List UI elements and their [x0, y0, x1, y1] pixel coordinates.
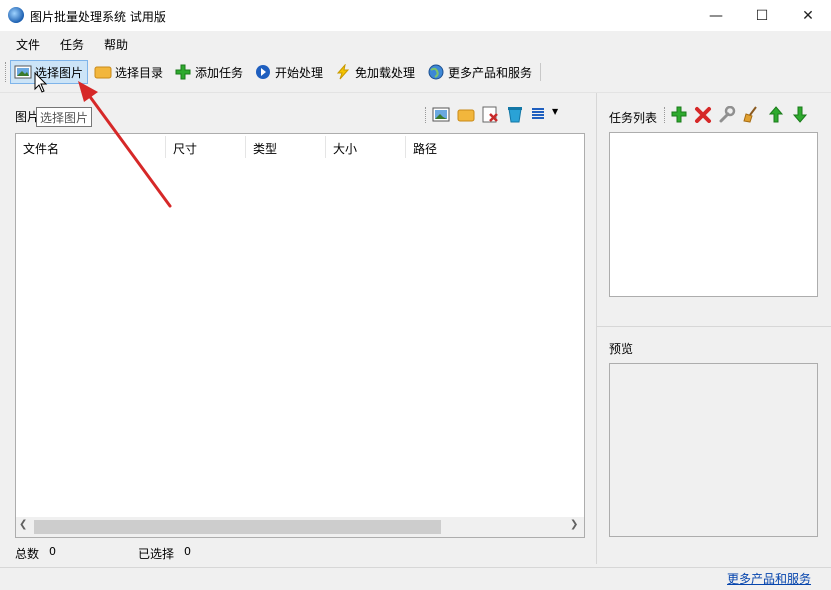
move-down-arrow-icon[interactable] [791, 106, 809, 123]
play-icon [254, 64, 272, 80]
mouse-cursor-icon [34, 71, 48, 97]
annotation-arrow-icon [78, 81, 172, 208]
horizontal-splitter[interactable] [597, 326, 831, 327]
vertical-splitter[interactable] [596, 92, 597, 564]
preview-label: 预览 [609, 342, 634, 356]
add-task-label: 添加任务 [195, 65, 244, 80]
picture-icon [14, 64, 32, 80]
add-task-button[interactable]: 添加任务 [171, 60, 246, 84]
maximize-button[interactable]: ☐ [739, 0, 785, 31]
task-settings-wrench-icon[interactable] [718, 105, 736, 123]
selected-label: 已选择 [138, 547, 175, 561]
move-up-arrow-icon[interactable] [767, 106, 785, 123]
preview-area [609, 363, 818, 537]
task-toolbar-grip[interactable] [664, 107, 667, 123]
start-processing-label: 开始处理 [275, 65, 324, 80]
menu-file[interactable]: 文件 [16, 36, 40, 53]
task-add-icon[interactable] [670, 106, 688, 123]
minimize-button[interactable]: — [693, 0, 739, 31]
globe-icon [427, 64, 445, 80]
column-header-type[interactable]: 类型 [253, 140, 277, 157]
remove-image-icon[interactable] [481, 106, 499, 123]
no-load-processing-button[interactable]: 免加载处理 [331, 60, 418, 84]
task-list[interactable] [609, 132, 818, 297]
toolbar-end-separator [540, 63, 541, 81]
view-list-icon[interactable] [530, 106, 548, 123]
task-clear-broom-icon[interactable] [742, 106, 760, 123]
task-delete-icon[interactable] [694, 106, 712, 123]
no-load-processing-label: 免加载处理 [355, 65, 416, 80]
menu-help[interactable]: 帮助 [104, 36, 128, 53]
more-products-link[interactable]: 更多产品和服务 [727, 570, 811, 587]
window-title: 图片批量处理系统 试用版 [30, 10, 166, 24]
close-button[interactable]: ✕ [785, 0, 831, 31]
column-separator [325, 136, 326, 158]
total-value: 0 [49, 545, 56, 558]
start-processing-button[interactable]: 开始处理 [251, 60, 326, 84]
column-header-path[interactable]: 路径 [413, 140, 437, 157]
column-header-filename[interactable]: 文件名 [23, 140, 59, 157]
column-separator [405, 136, 406, 158]
clear-list-icon[interactable] [506, 106, 524, 123]
column-separator [245, 136, 246, 158]
scroll-left-icon[interactable]: ❮ [19, 519, 27, 530]
image-toolbar-grip[interactable] [425, 107, 428, 123]
column-header-filesize[interactable]: 大小 [333, 140, 357, 157]
task-list-label: 任务列表 [609, 111, 658, 125]
scroll-right-icon[interactable]: ❯ [570, 519, 578, 530]
total-label: 总数 [15, 547, 40, 561]
scrollbar-thumb[interactable] [34, 520, 441, 534]
status-bar [0, 567, 831, 590]
lightning-icon [334, 63, 352, 80]
toolbar-grip[interactable] [5, 62, 8, 82]
selected-value: 0 [184, 545, 191, 558]
more-products-button[interactable]: 更多产品和服务 [424, 60, 535, 84]
view-dropdown-icon[interactable]: ▼ [552, 107, 558, 116]
menu-task[interactable]: 任务 [60, 36, 84, 53]
add-image-icon[interactable] [432, 106, 450, 123]
app-icon [8, 7, 24, 23]
more-products-label: 更多产品和服务 [448, 65, 533, 80]
add-folder-icon[interactable] [457, 106, 475, 123]
